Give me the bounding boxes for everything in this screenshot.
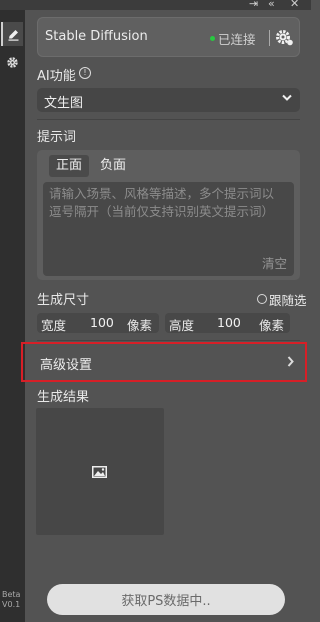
connection-settings-icon: [276, 30, 293, 46]
connection-settings-button[interactable]: [273, 27, 297, 49]
rail-item-settings[interactable]: [1, 50, 23, 74]
height-value[interactable]: 100: [217, 315, 241, 330]
tab-negative[interactable]: 负面: [93, 155, 133, 177]
backend-title: Stable Diffusion: [45, 29, 148, 44]
chevron-right-icon: [287, 356, 294, 367]
window-controls-bar: ⇥ « ✕: [0, 0, 311, 10]
width-field[interactable]: 宽度 100 像素: [37, 313, 159, 333]
height-unit: 像素: [259, 318, 285, 333]
fetch-ps-data-button[interactable]: 获取PS数据中..: [47, 584, 285, 615]
section-divider: [37, 340, 300, 341]
side-rail: Beta V0.1: [0, 10, 25, 622]
width-value[interactable]: 100: [90, 315, 114, 330]
info-icon[interactable]: !: [79, 67, 91, 79]
advanced-settings-row[interactable]: 高级设置: [21, 342, 307, 382]
result-preview[interactable]: [36, 408, 164, 535]
advanced-settings-body: 高级设置: [27, 345, 301, 379]
width-label: 宽度: [41, 318, 67, 333]
height-label: 高度: [169, 318, 195, 333]
connection-status: 已连接: [218, 32, 256, 47]
ai-function-label: AI功能: [37, 69, 76, 84]
prompt-placeholder: 请输入场景、风格等描述，多个提示词以逗号隔开（当前仅支持识别英文提示词）: [49, 186, 275, 219]
chevron-down-icon: [282, 94, 292, 101]
advanced-settings-label: 高级设置: [40, 358, 93, 373]
image-icon: [92, 466, 107, 478]
prompt-label: 提示词: [37, 130, 77, 145]
section-divider: [37, 119, 300, 120]
height-field[interactable]: 高度 100 像素: [165, 313, 290, 333]
tab-positive[interactable]: 正面: [49, 155, 90, 177]
connection-header: Stable Diffusion 已连接: [37, 17, 300, 57]
result-label: 生成结果: [37, 390, 90, 405]
width-unit: 像素: [127, 318, 153, 333]
gear-icon: [6, 56, 18, 68]
follow-selection-radio[interactable]: [257, 294, 267, 304]
size-label: 生成尺寸: [37, 293, 90, 308]
main-panel: Stable Diffusion 已连接 AI功能 ! 文生图 提示词 正面 负…: [21, 10, 311, 622]
version-label: Beta V0.1: [2, 590, 21, 609]
prompt-textarea[interactable]: 请输入场景、风格等描述，多个提示词以逗号隔开（当前仅支持识别英文提示词） 清空: [43, 182, 294, 276]
clear-button[interactable]: 清空: [262, 253, 287, 272]
header-divider: [269, 30, 270, 46]
pencil-icon: [8, 29, 18, 41]
ai-function-select[interactable]: 文生图: [37, 88, 300, 112]
rail-item-generate[interactable]: [1, 22, 23, 46]
ai-function-value: 文生图: [44, 96, 84, 111]
status-dot: [210, 36, 215, 41]
prompt-card: 正面 负面 请输入场景、风格等描述，多个提示词以逗号隔开（当前仅支持识别英文提示…: [37, 150, 300, 280]
